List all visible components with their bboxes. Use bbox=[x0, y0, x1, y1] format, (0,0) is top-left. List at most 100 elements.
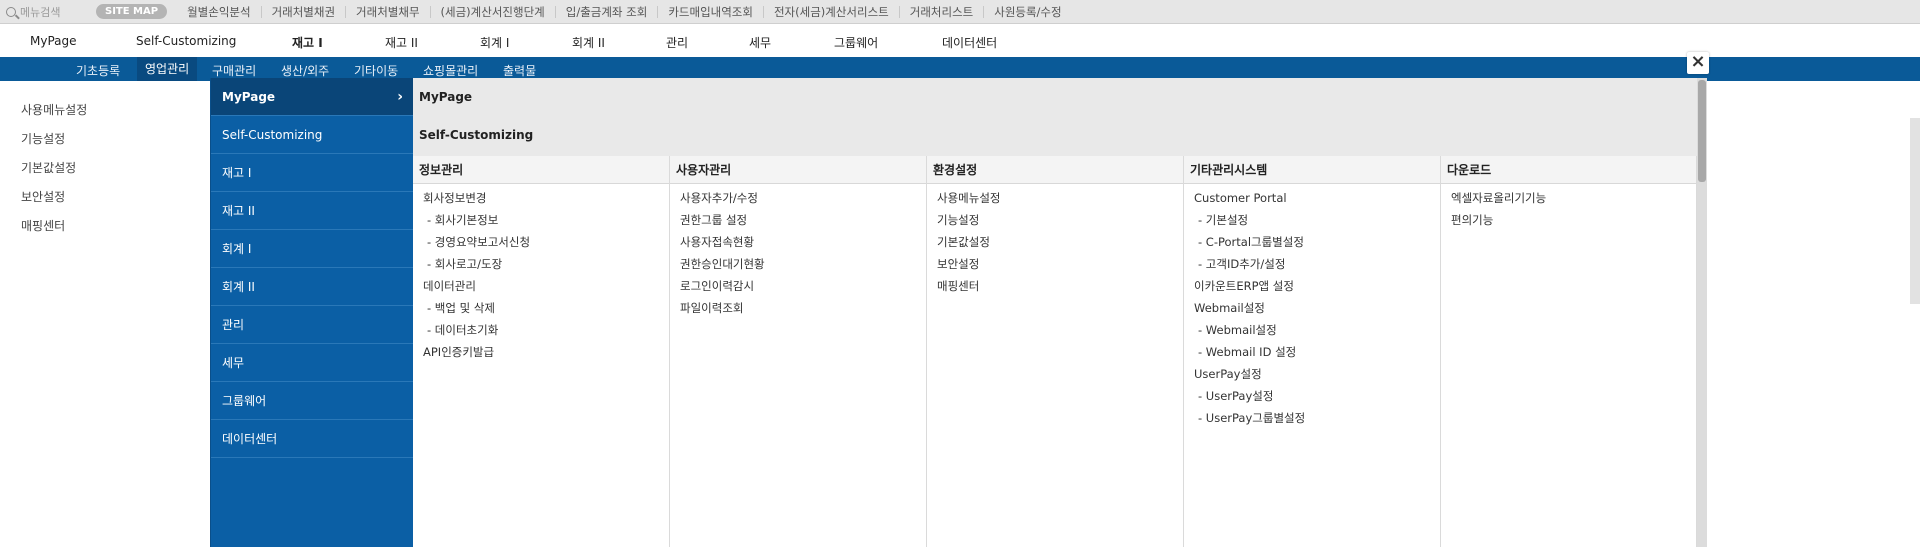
column-other-systems: 기타관리시스템 Customer Portal - 기본설정 - C-Porta… bbox=[1184, 156, 1441, 547]
quick-bar: 메뉴검색 SITE MAP 월별손익분석 거래처별채권 거래처별채무 (세금)계… bbox=[0, 0, 1920, 24]
overlay-heading-self-customizing[interactable]: Self-Customizing bbox=[419, 128, 533, 142]
overlay-side-item[interactable]: 재고 I bbox=[211, 154, 413, 192]
overlay-scrollbar-thumb[interactable] bbox=[1698, 80, 1706, 182]
sub-menu-item[interactable]: 생산/외주 bbox=[281, 62, 329, 79]
main-menu-inventory-1[interactable]: 재고 I bbox=[292, 34, 323, 51]
column-item[interactable]: 엑셀자료올리기기능 bbox=[1441, 187, 1696, 209]
column-item[interactable]: 사용메뉴설정 bbox=[927, 187, 1183, 209]
sub-menu-item[interactable]: 출력물 bbox=[503, 62, 536, 79]
column-item[interactable]: - Webmail설정 bbox=[1184, 319, 1440, 341]
main-menu-mypage[interactable]: MyPage bbox=[30, 34, 77, 48]
main-menu-datacenter[interactable]: 데이터센터 bbox=[942, 34, 997, 51]
column-item[interactable]: 이카운트ERP앱 설정 bbox=[1184, 275, 1440, 297]
column-downloads: 다운로드 엑셀자료올리기기능 편의기능 bbox=[1441, 156, 1697, 547]
sub-menu-item[interactable]: 기초등록 bbox=[76, 62, 120, 79]
column-title: 다운로드 bbox=[1441, 156, 1696, 184]
column-item[interactable]: - UserPay설정 bbox=[1184, 385, 1440, 407]
column-item[interactable]: - 데이터초기화 bbox=[413, 319, 669, 341]
sub-menu-item[interactable]: 구매관리 bbox=[212, 62, 256, 79]
overlay-side-item[interactable]: 데이터센터 bbox=[211, 420, 413, 458]
main-menu: MyPage Self-Customizing 재고 I 재고 II 회계 I … bbox=[0, 25, 1920, 57]
sitemap-overlay: × MyPage › Self-Customizing 재고 I 재고 II 회… bbox=[210, 52, 1709, 547]
quick-link[interactable]: 전자(세금)계산서리스트 bbox=[764, 5, 900, 18]
overlay-side-item[interactable]: 그룹웨어 bbox=[211, 382, 413, 420]
overlay-side-nav: MyPage › Self-Customizing 재고 I 재고 II 회계 … bbox=[211, 78, 413, 547]
menu-search-placeholder: 메뉴검색 bbox=[20, 5, 61, 19]
column-item[interactable]: - UserPay그룹별설정 bbox=[1184, 407, 1440, 429]
quick-link[interactable]: (세금)계산서진행단계 bbox=[431, 5, 556, 18]
column-item[interactable]: - 회사기본정보 bbox=[413, 209, 669, 231]
column-info-management: 정보관리 회사정보변경 - 회사기본정보 - 경영요약보고서신청 - 회사로고/… bbox=[413, 156, 670, 547]
overlay-side-item[interactable]: 관리 bbox=[211, 306, 413, 344]
overlay-side-item[interactable]: 회계 II bbox=[211, 268, 413, 306]
main-menu-tax[interactable]: 세무 bbox=[749, 34, 771, 51]
search-icon bbox=[6, 6, 16, 17]
main-menu-accounting-2[interactable]: 회계 II bbox=[572, 34, 605, 51]
main-menu-inventory-2[interactable]: 재고 II bbox=[385, 34, 418, 51]
overlay-content: MyPage Self-Customizing 정보관리 회사정보변경 - 회사… bbox=[413, 78, 1697, 547]
overlay-side-item[interactable]: 세무 bbox=[211, 344, 413, 382]
sub-menu-item[interactable]: 기타이동 bbox=[354, 62, 398, 79]
column-item[interactable]: - 고객ID추가/설정 bbox=[1184, 253, 1440, 275]
column-item[interactable]: 회사정보변경 bbox=[413, 187, 669, 209]
column-item[interactable]: 기능설정 bbox=[927, 209, 1183, 231]
quick-link[interactable]: 월별손익분석 bbox=[177, 5, 262, 18]
sitemap-button[interactable]: SITE MAP bbox=[96, 4, 168, 19]
column-item[interactable]: 권한승인대기현황 bbox=[670, 253, 926, 275]
column-item[interactable]: - Webmail ID 설정 bbox=[1184, 341, 1440, 363]
page-scrollbar[interactable] bbox=[1910, 118, 1920, 304]
column-item[interactable]: 데이터관리 bbox=[413, 275, 669, 297]
left-menu-item[interactable]: 사용메뉴설정 bbox=[21, 101, 87, 118]
column-item[interactable]: 파일이력조회 bbox=[670, 297, 926, 319]
column-item[interactable]: 편의기능 bbox=[1441, 209, 1696, 231]
sub-menu-item-active[interactable]: 영업관리 bbox=[137, 57, 198, 81]
column-item[interactable]: 로그인이력감시 bbox=[670, 275, 926, 297]
quick-link[interactable]: 거래처리스트 bbox=[900, 5, 985, 18]
column-title: 기타관리시스템 bbox=[1184, 156, 1440, 184]
column-item[interactable]: API인증키발급 bbox=[413, 341, 669, 363]
quick-link[interactable]: 입/출금계좌 조회 bbox=[556, 5, 659, 18]
column-item[interactable]: Webmail설정 bbox=[1184, 297, 1440, 319]
column-user-management: 사용자관리 사용자추가/수정 권한그룹 설정 사용자접속현황 권한승인대기현황 … bbox=[670, 156, 927, 547]
column-item[interactable]: 매핑센터 bbox=[927, 275, 1183, 297]
sub-menu-item[interactable]: 쇼핑몰관리 bbox=[423, 62, 478, 79]
quick-link[interactable]: 사원등록/수정 bbox=[984, 6, 1071, 18]
quick-link[interactable]: 거래처별채무 bbox=[346, 5, 431, 18]
column-item[interactable]: Customer Portal bbox=[1184, 187, 1440, 209]
menu-search[interactable]: 메뉴검색 bbox=[0, 4, 96, 20]
left-menu-item[interactable]: 보안설정 bbox=[21, 188, 65, 205]
overlay-side-item[interactable]: Self-Customizing bbox=[211, 116, 413, 154]
column-item[interactable]: - 회사로고/도장 bbox=[413, 253, 669, 275]
main-menu-management[interactable]: 관리 bbox=[666, 34, 688, 51]
column-item[interactable]: 보안설정 bbox=[927, 253, 1183, 275]
column-item[interactable]: - 기본설정 bbox=[1184, 209, 1440, 231]
column-item[interactable]: - 경영요약보고서신청 bbox=[413, 231, 669, 253]
left-menu-item[interactable]: 기능설정 bbox=[21, 130, 65, 147]
column-item[interactable]: 사용자추가/수정 bbox=[670, 187, 926, 209]
quick-link[interactable]: 거래처별채권 bbox=[262, 5, 347, 18]
main-menu-self-customizing[interactable]: Self-Customizing bbox=[136, 34, 236, 48]
left-menu-item[interactable]: 매핑센터 bbox=[21, 217, 65, 234]
overlay-heading-mypage[interactable]: MyPage bbox=[419, 90, 472, 104]
quick-link[interactable]: 카드매입내역조회 bbox=[658, 5, 764, 18]
overlay-scrollbar[interactable] bbox=[1697, 78, 1707, 547]
overlay-side-item-mypage[interactable]: MyPage › bbox=[211, 78, 413, 116]
main-menu-groupware[interactable]: 그룹웨어 bbox=[834, 34, 878, 51]
overlay-side-item[interactable]: 회계 I bbox=[211, 230, 413, 268]
overlay-side-item-label: MyPage bbox=[222, 90, 276, 104]
column-item[interactable]: 기본값설정 bbox=[927, 231, 1183, 253]
left-menu-item[interactable]: 기본값설정 bbox=[21, 159, 76, 176]
column-item[interactable]: 권한그룹 설정 bbox=[670, 209, 926, 231]
column-title: 정보관리 bbox=[413, 156, 669, 184]
overlay-side-item[interactable]: 재고 II bbox=[211, 192, 413, 230]
close-icon[interactable]: × bbox=[1687, 52, 1709, 74]
column-environment-settings: 환경설정 사용메뉴설정 기능설정 기본값설정 보안설정 매핑센터 bbox=[927, 156, 1184, 547]
column-title: 환경설정 bbox=[927, 156, 1183, 184]
column-item[interactable]: - C-Portal그룹별설정 bbox=[1184, 231, 1440, 253]
overlay-columns: 정보관리 회사정보변경 - 회사기본정보 - 경영요약보고서신청 - 회사로고/… bbox=[413, 156, 1697, 547]
column-item[interactable]: UserPay설정 bbox=[1184, 363, 1440, 385]
chevron-right-icon: › bbox=[397, 89, 403, 105]
column-item[interactable]: 사용자접속현황 bbox=[670, 231, 926, 253]
main-menu-accounting-1[interactable]: 회계 I bbox=[480, 34, 509, 51]
column-item[interactable]: - 백업 및 삭제 bbox=[413, 297, 669, 319]
